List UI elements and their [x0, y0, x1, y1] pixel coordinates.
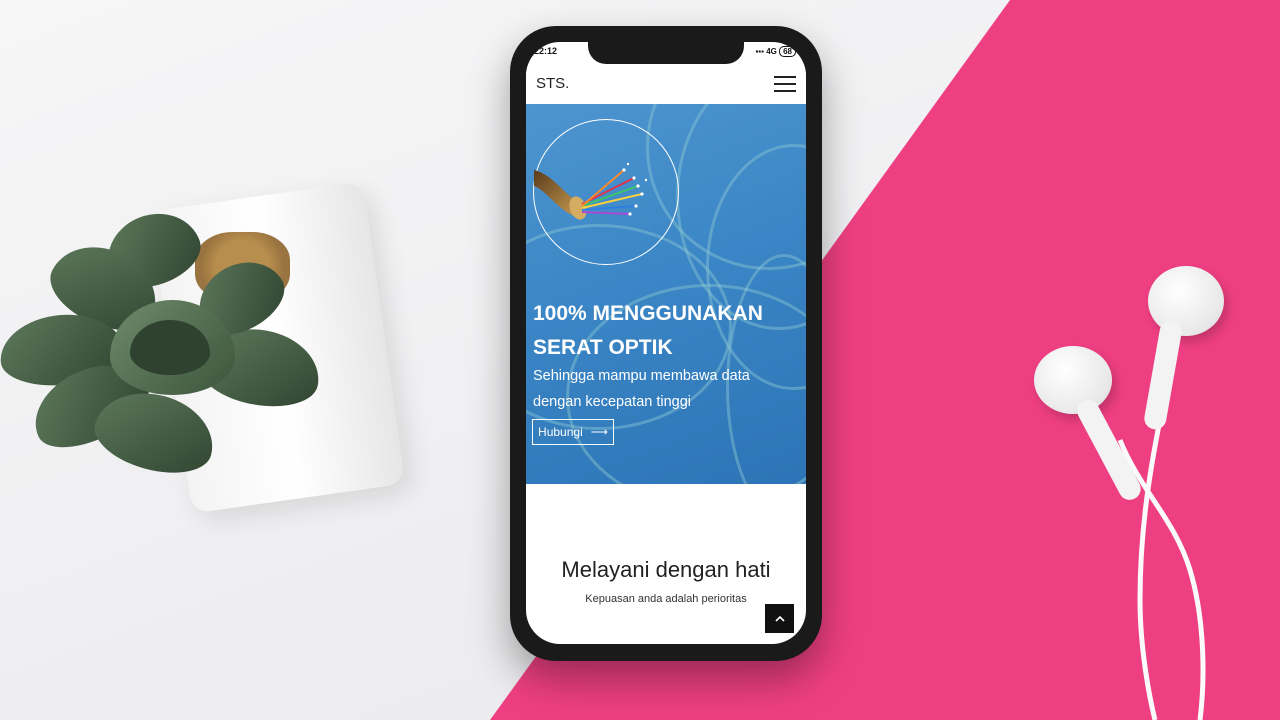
hero-subtitle-line-2: dengan kecepatan tinggi	[533, 394, 692, 410]
status-indicators: ▪▪▪ 4G 68	[755, 46, 796, 57]
battery-icon: 68	[779, 46, 796, 57]
network-type: 4G	[766, 47, 777, 56]
status-time: 22:12	[534, 46, 558, 56]
arrow-right-icon: ⟶	[590, 425, 608, 439]
hero-title-line-2: SERAT OPTIK	[533, 336, 673, 359]
contact-button[interactable]: Hubungi ⟶	[532, 419, 614, 445]
contact-button-label: Hubungi	[538, 425, 583, 439]
site-navbar: STS.	[526, 64, 806, 104]
hero-title-line-1: 100% MENGGUNAKAN	[533, 302, 763, 325]
hero-title: 100% MENGGUNAKAN SERAT OPTIK	[533, 297, 793, 365]
section-subtitle: Kepuasan anda adalah perioritas	[585, 593, 747, 605]
hamburger-menu-icon[interactable]	[774, 76, 796, 92]
fiber-optic-image	[533, 119, 679, 265]
section-title: Melayani dengan hati	[561, 557, 771, 582]
signal-icon: ▪▪▪	[755, 47, 764, 56]
hero-subtitle: Sehingga mampu membawa data dengan kecep…	[533, 363, 793, 415]
phone-screen: 22:12 ▪▪▪ 4G 68 STS. 100% MENGGUNAKAN SE…	[526, 42, 806, 644]
battery-level: 68	[783, 47, 792, 56]
brand-logo[interactable]: STS.	[536, 75, 569, 92]
hero-subtitle-line-1: Sehingga mampu membawa data	[533, 368, 750, 384]
chevron-up-icon	[774, 615, 785, 622]
scroll-to-top-button[interactable]	[765, 604, 794, 633]
phone-notch	[588, 42, 744, 64]
hero-banner: 100% MENGGUNAKAN SERAT OPTIK Sehingga ma…	[526, 104, 806, 484]
